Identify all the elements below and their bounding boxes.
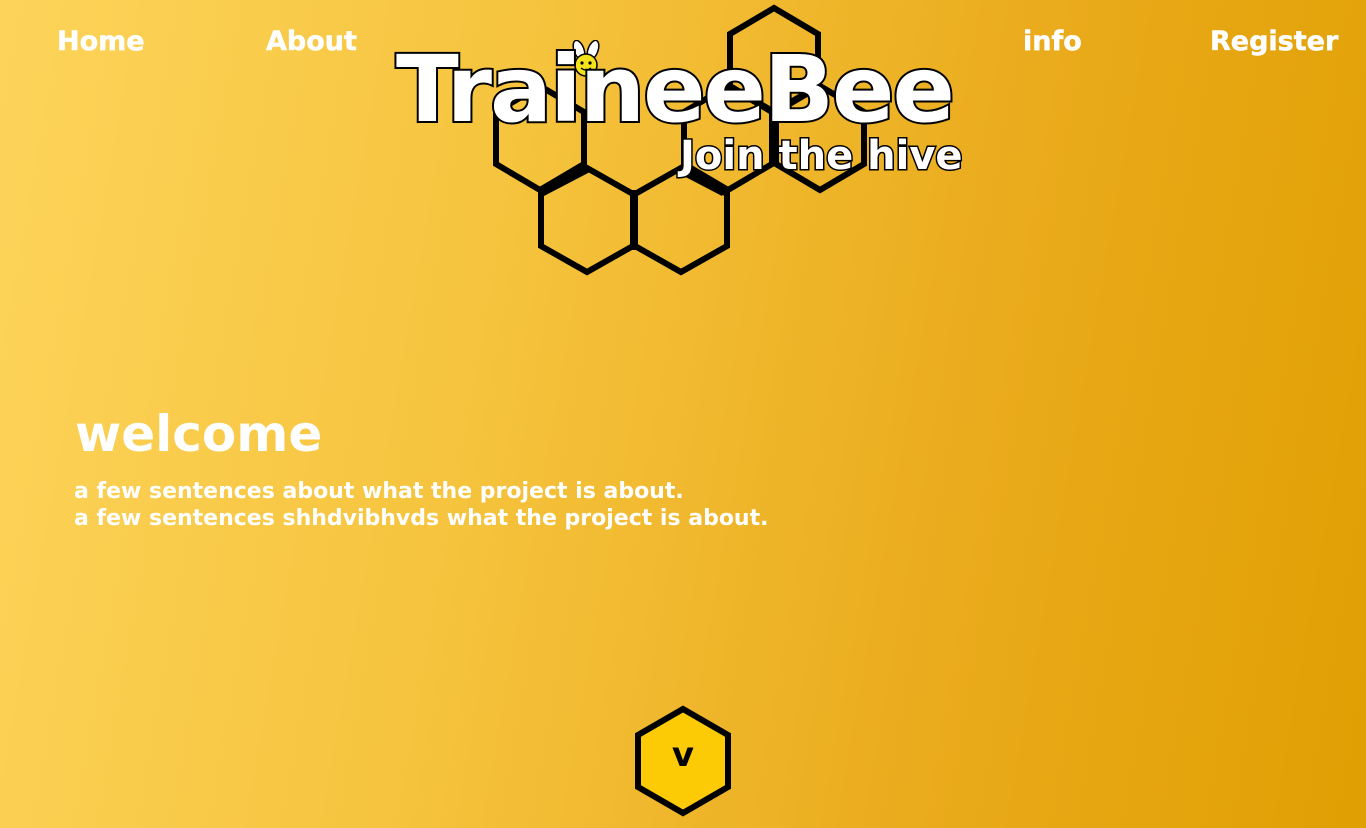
nav-home-link[interactable]: Home [57,26,145,58]
scroll-down-label: v [671,735,695,775]
welcome-heading: welcome [75,405,323,463]
intro-text-line-1: a few sentences about what the project i… [74,479,684,504]
logo-tagline: Join the hive [679,132,965,181]
nav-info-link[interactable]: info [1023,26,1082,58]
intro-text-line-2: a few sentences shhdvibhvds what the pro… [74,506,769,531]
logo-title: TraineeBee [394,36,957,143]
nav-register-link[interactable]: Register [1210,26,1339,58]
scroll-down-button[interactable]: v [633,705,733,817]
nav-about-link[interactable]: About [266,26,357,58]
